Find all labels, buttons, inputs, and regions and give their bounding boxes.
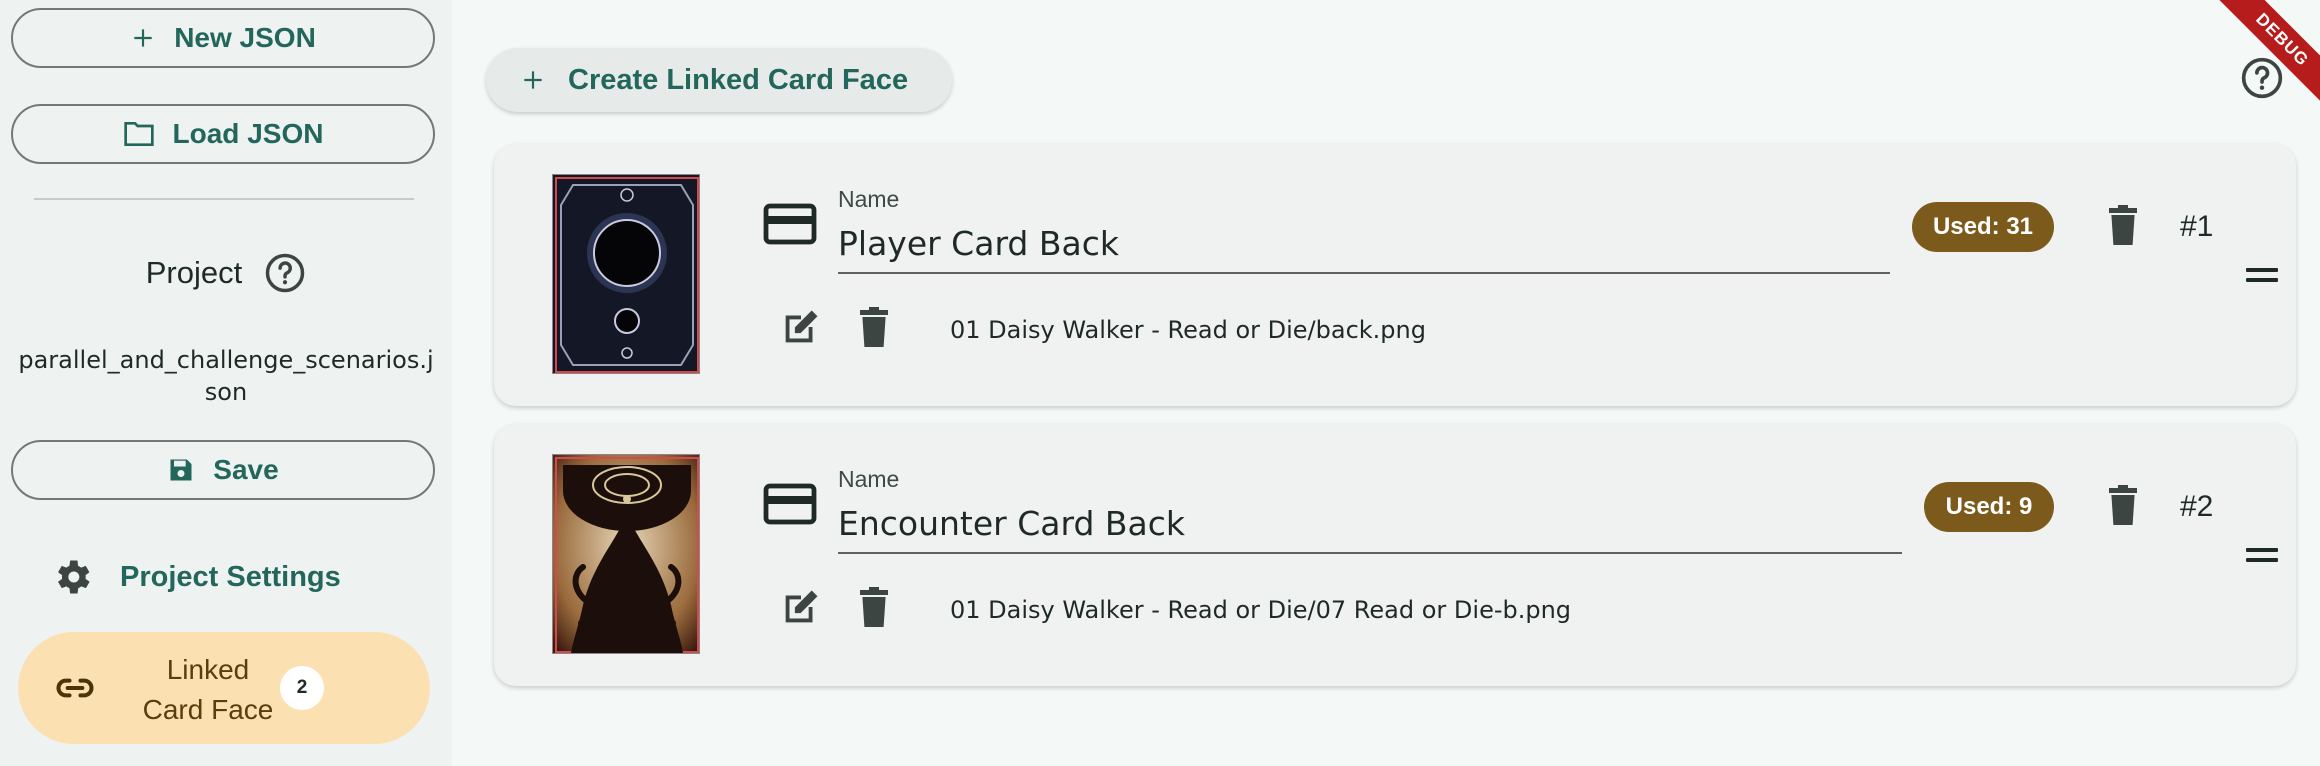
sidebar: New JSON Load JSON Project parallel_and_… bbox=[0, 0, 452, 766]
name-field-underline bbox=[838, 272, 1890, 274]
project-title: Project bbox=[145, 255, 243, 290]
load-json-label: Load JSON bbox=[172, 118, 324, 149]
plus-icon bbox=[524, 71, 542, 89]
create-linked-card-face-button[interactable]: Create Linked Card Face bbox=[486, 48, 952, 112]
credit-card-icon bbox=[763, 203, 817, 245]
load-json-button[interactable]: Load JSON bbox=[11, 104, 435, 164]
image-path: 01 Daisy Walker - Read or Die/07 Read or… bbox=[950, 596, 1572, 624]
drag-handle-icon[interactable] bbox=[2246, 548, 2278, 562]
image-path: 01 Daisy Walker - Read or Die/back.png bbox=[950, 316, 1426, 344]
project-file-name: parallel_and_challenge_scenarios.j son bbox=[0, 344, 452, 408]
project-header: Project bbox=[0, 248, 452, 298]
card-index: #2 bbox=[2180, 490, 2214, 523]
drag-handle-icon[interactable] bbox=[2246, 268, 2278, 282]
name-field-label: Name bbox=[838, 466, 900, 492]
name-field-label: Name bbox=[838, 186, 900, 212]
card-thumbnail[interactable] bbox=[552, 174, 700, 374]
file-name-line2: son bbox=[204, 378, 248, 406]
credit-card-icon bbox=[763, 483, 817, 525]
card-face-item: Name Encounter Card Back 01 Daisy Walker… bbox=[494, 424, 2296, 686]
create-label: Create Linked Card Face bbox=[568, 63, 909, 96]
name-field-underline bbox=[838, 552, 1902, 554]
help-icon[interactable] bbox=[264, 252, 306, 294]
new-json-label: New JSON bbox=[174, 22, 316, 53]
project-settings-item[interactable]: Project Settings bbox=[50, 552, 341, 602]
plus-icon bbox=[134, 29, 152, 47]
card-face-item: Name Player Card Back 01 Daisy Walker - … bbox=[494, 144, 2296, 406]
used-badge: Used: 31 bbox=[1912, 202, 2054, 252]
save-button[interactable]: Save bbox=[11, 440, 435, 500]
linked-label-line1: Linked bbox=[166, 654, 250, 685]
count-badge: 2 bbox=[280, 666, 324, 710]
edit-icon[interactable] bbox=[778, 304, 824, 350]
edit-icon[interactable] bbox=[778, 584, 824, 630]
nav-linked-card-face[interactable]: Linked Card Face 2 bbox=[18, 632, 430, 744]
delete-image-icon[interactable] bbox=[858, 306, 890, 348]
linked-label-line2: Card Face bbox=[142, 694, 274, 725]
project-settings-label: Project Settings bbox=[120, 560, 341, 593]
sidebar-divider bbox=[34, 198, 414, 200]
card-thumbnail[interactable] bbox=[552, 454, 700, 654]
delete-card-icon[interactable] bbox=[2106, 484, 2140, 526]
delete-image-icon[interactable] bbox=[858, 586, 890, 628]
folder-icon bbox=[123, 122, 154, 146]
gear-icon bbox=[58, 560, 90, 594]
save-icon bbox=[170, 459, 192, 481]
new-json-button[interactable]: New JSON bbox=[11, 8, 435, 68]
link-icon bbox=[56, 678, 94, 698]
used-badge: Used: 9 bbox=[1924, 482, 2054, 532]
name-field[interactable]: Player Card Back bbox=[838, 224, 1119, 263]
linked-card-face-label: Linked Card Face bbox=[122, 650, 294, 730]
name-field[interactable]: Encounter Card Back bbox=[838, 504, 1185, 543]
card-index: #1 bbox=[2180, 210, 2214, 243]
save-label: Save bbox=[213, 454, 279, 485]
help-icon[interactable] bbox=[2240, 56, 2284, 100]
delete-card-icon[interactable] bbox=[2106, 204, 2140, 246]
file-name-line1: parallel_and_challenge_scenarios.j bbox=[18, 346, 434, 374]
